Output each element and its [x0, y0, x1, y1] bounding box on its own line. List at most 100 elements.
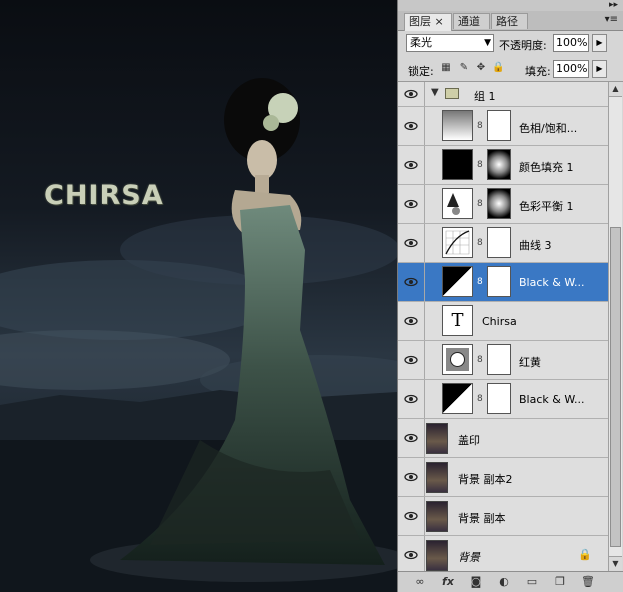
- mask-thumbnail[interactable]: [487, 188, 511, 219]
- mask-thumbnail[interactable]: [487, 266, 511, 297]
- folder-icon: [445, 88, 459, 99]
- layer-row[interactable]: 8 色相/饱和...: [398, 107, 608, 146]
- link-icon: 8: [477, 355, 483, 365]
- blend-mode-value: 柔光: [410, 36, 432, 49]
- chevron-down-icon: ▼: [484, 38, 491, 48]
- new-layer-icon[interactable]: ❐: [552, 575, 568, 589]
- photo-title-text: CHIRSA: [44, 180, 164, 211]
- link-icon: 8: [477, 277, 483, 287]
- scroll-thumb[interactable]: [610, 227, 621, 547]
- tab-layers-label: 图层: [409, 15, 431, 28]
- layer-row-group[interactable]: ▼ 组 1: [398, 82, 608, 107]
- layer-style-icon[interactable]: fx: [440, 575, 456, 589]
- mask-thumbnail[interactable]: [487, 227, 511, 258]
- layer-row[interactable]: 背景 副本2: [398, 458, 608, 497]
- delete-layer-icon[interactable]: 🗑: [580, 575, 596, 589]
- panel-title-bar: ▸▸: [398, 0, 623, 11]
- layer-name: Chirsa: [482, 315, 517, 328]
- new-group-icon[interactable]: ▭: [524, 575, 540, 589]
- layer-thumbnail: [426, 501, 448, 532]
- visibility-eye-icon[interactable]: [404, 314, 418, 328]
- layers-panel: ▸▸ 图层 × 通道 路径 ▾≡ 柔光 ▼ 不透明度: 100% ▶ 锁定: ▦…: [397, 0, 623, 592]
- layer-name: 色彩平衡 1: [519, 200, 574, 213]
- visibility-eye-icon[interactable]: [404, 236, 418, 250]
- mask-thumbnail[interactable]: [487, 110, 511, 141]
- layer-name: 红黄: [519, 356, 541, 369]
- levels-icon: [442, 344, 473, 375]
- visibility-eye-icon[interactable]: [404, 158, 418, 172]
- mask-thumbnail[interactable]: [487, 149, 511, 180]
- layer-name: 颜色填充 1: [519, 161, 574, 174]
- layer-name: Black & W...: [519, 393, 585, 406]
- link-icon: 8: [477, 121, 483, 131]
- tab-layers[interactable]: 图层 ×: [404, 13, 452, 31]
- visibility-eye-icon[interactable]: [404, 509, 418, 523]
- tab-close-icon[interactable]: ×: [435, 15, 444, 28]
- layer-name: 背景 副本: [458, 512, 506, 525]
- black-white-icon: [442, 266, 473, 297]
- document-canvas[interactable]: CHIRSA: [0, 0, 397, 592]
- layer-name: Black & W...: [519, 276, 585, 289]
- tab-paths[interactable]: 路径: [491, 13, 528, 29]
- fill-slider-button[interactable]: ▶: [592, 60, 607, 78]
- layer-row-selected[interactable]: 8 Black & W...: [398, 263, 608, 302]
- curves-icon: [442, 227, 473, 258]
- layer-row[interactable]: 8 Black & W...: [398, 380, 608, 419]
- layer-name: 曲线 3: [519, 239, 552, 252]
- layer-name: 背景 副本2: [458, 473, 513, 486]
- solid-color-icon: [442, 149, 473, 180]
- link-icon: 8: [477, 199, 483, 209]
- lock-position-icon[interactable]: ✥: [475, 62, 487, 74]
- layer-row[interactable]: 8 颜色填充 1: [398, 146, 608, 185]
- mask-thumbnail[interactable]: [487, 344, 511, 375]
- link-layers-icon[interactable]: ∞: [412, 575, 428, 589]
- layer-name: 组 1: [474, 90, 496, 103]
- lock-all-icon[interactable]: 🔒: [492, 62, 504, 74]
- panel-menu-icon[interactable]: ▾≡: [605, 14, 618, 25]
- layer-row-background[interactable]: 背景 🔒: [398, 536, 608, 571]
- layer-name: 背景: [458, 551, 480, 564]
- tab-channels[interactable]: 通道: [453, 13, 490, 29]
- visibility-eye-icon[interactable]: [404, 431, 418, 445]
- layers-scrollbar[interactable]: ▲ ▼: [608, 82, 622, 571]
- mask-thumbnail[interactable]: [487, 383, 511, 414]
- expand-arrow-icon[interactable]: ▼: [431, 87, 439, 98]
- scroll-up-icon[interactable]: ▲: [609, 82, 622, 97]
- visibility-eye-icon[interactable]: [404, 353, 418, 367]
- blend-mode-select[interactable]: 柔光 ▼: [406, 34, 494, 52]
- opacity-input[interactable]: 100%: [553, 34, 589, 52]
- layer-thumbnail: [426, 540, 448, 571]
- panel-footer-toolbar: ∞ fx ◙ ◐ ▭ ❐ 🗑: [398, 571, 623, 592]
- visibility-eye-icon[interactable]: [404, 275, 418, 289]
- layer-name: 色相/饱和...: [519, 122, 578, 135]
- hue-saturation-icon: [442, 110, 473, 141]
- layers-list: ▼ 组 1 8 色相/饱和... 8 颜色填充 1 8 色彩平衡 1 8 曲线 …: [398, 82, 608, 571]
- layer-row[interactable]: 背景 副本: [398, 497, 608, 536]
- adjustment-layer-icon[interactable]: ◐: [496, 575, 512, 589]
- link-icon: 8: [477, 394, 483, 404]
- layer-row[interactable]: 8 曲线 3: [398, 224, 608, 263]
- layer-row[interactable]: 8 色彩平衡 1: [398, 185, 608, 224]
- lock-transparency-icon[interactable]: ▦: [440, 62, 452, 74]
- layer-name: 盖印: [458, 434, 480, 447]
- fill-input[interactable]: 100%: [553, 60, 589, 78]
- lock-icon: 🔒: [578, 548, 592, 561]
- scroll-down-icon[interactable]: ▼: [609, 556, 622, 571]
- tab-paths-label: 路径: [496, 15, 518, 28]
- collapse-panel-icon[interactable]: ▸▸: [609, 0, 618, 10]
- visibility-eye-icon[interactable]: [404, 392, 418, 406]
- layer-thumbnail: [426, 462, 448, 493]
- opacity-slider-button[interactable]: ▶: [592, 34, 607, 52]
- add-mask-icon[interactable]: ◙: [468, 575, 484, 589]
- link-icon: 8: [477, 160, 483, 170]
- layer-row[interactable]: 盖印: [398, 419, 608, 458]
- visibility-eye-icon[interactable]: [404, 119, 418, 133]
- layer-row[interactable]: 8 红黄: [398, 341, 608, 380]
- visibility-eye-icon[interactable]: [404, 548, 418, 562]
- layer-row[interactable]: T Chirsa: [398, 302, 608, 341]
- visibility-eye-icon[interactable]: [404, 87, 418, 101]
- visibility-eye-icon[interactable]: [404, 197, 418, 211]
- lock-image-pixels-icon[interactable]: ✎: [458, 62, 470, 74]
- visibility-eye-icon[interactable]: [404, 470, 418, 484]
- lock-label: 锁定:: [408, 65, 434, 78]
